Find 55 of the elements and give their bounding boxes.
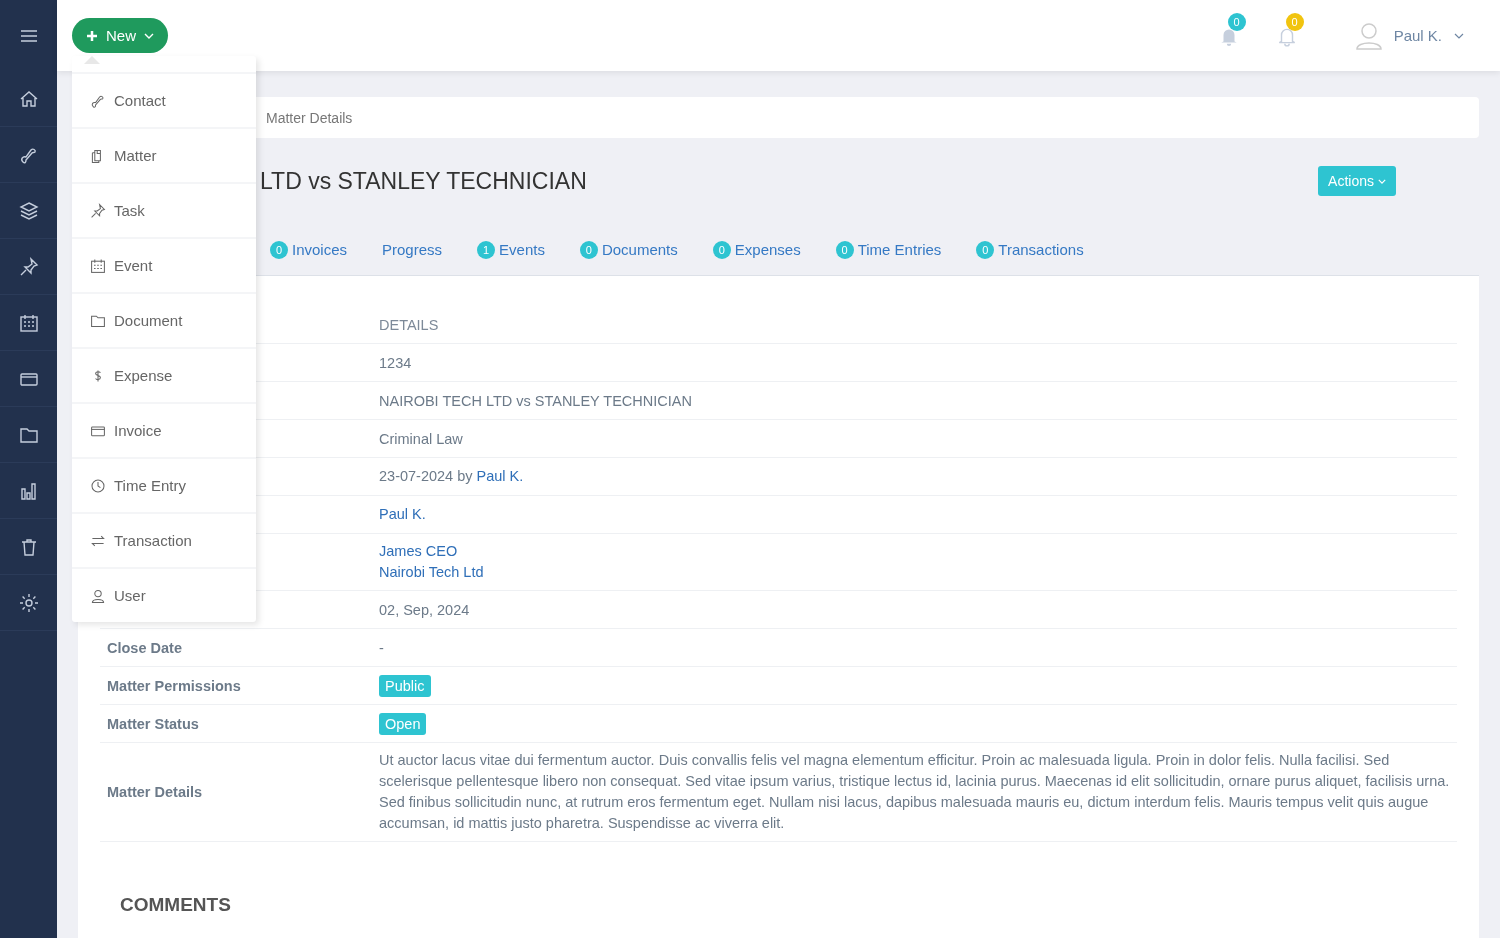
tab[interactable]: 0 Documents xyxy=(579,240,678,259)
tab[interactable]: 0 Invoices xyxy=(270,240,348,259)
notification-count: 0 xyxy=(1285,12,1304,31)
new-button[interactable]: New xyxy=(72,18,168,53)
page-title: LTD vs STANLEY TECHNICIAN xyxy=(260,167,587,195)
menu-item[interactable]: Transaction xyxy=(72,512,256,567)
menu-item[interactable]: Contact xyxy=(72,72,256,127)
notification-count: 0 xyxy=(1227,12,1246,31)
user-link[interactable]: Paul K. xyxy=(476,468,524,484)
pushpin-icon[interactable] xyxy=(18,256,39,277)
field-label: Close Date xyxy=(107,639,183,656)
field-value: Criminal Law xyxy=(379,430,464,447)
calendar-icon xyxy=(90,257,106,274)
menu-item[interactable]: User xyxy=(72,567,256,622)
tab[interactable]: 0 Expenses xyxy=(712,240,801,259)
menu-item[interactable]: Invoice xyxy=(72,402,256,457)
menu-item[interactable]: Task xyxy=(72,182,256,237)
menu-item[interactable]: Expense xyxy=(72,347,256,402)
menu-item[interactable]: Matter xyxy=(72,127,256,182)
link[interactable]: James CEO xyxy=(379,541,1457,562)
field-label: Matter Details xyxy=(107,784,204,800)
caret-icon xyxy=(144,32,154,39)
menu-item[interactable]: Event xyxy=(72,237,256,292)
bar-chart-icon[interactable] xyxy=(18,480,39,501)
home-icon[interactable] xyxy=(18,88,39,109)
user-menu[interactable]: Paul K. xyxy=(1393,27,1442,44)
tab[interactable]: 0 Transactions xyxy=(976,240,1084,259)
field-label: Matter Status xyxy=(107,715,200,732)
calendar-icon[interactable] xyxy=(18,312,39,333)
menu-item[interactable]: Document xyxy=(72,292,256,347)
field-label: Matter Permissions xyxy=(107,677,242,694)
link[interactable]: Paul K. xyxy=(379,504,1457,525)
clock-icon xyxy=(90,477,106,494)
status-tag: Public xyxy=(379,674,431,697)
caret-icon xyxy=(1454,32,1464,39)
field-value: 02, Sep, 2024 xyxy=(379,601,471,618)
menu-item[interactable]: Time Entry xyxy=(72,457,256,512)
plus-icon xyxy=(86,29,98,42)
field-value: - xyxy=(379,639,385,656)
tab[interactable]: Progress xyxy=(382,241,443,258)
caret-icon xyxy=(1378,178,1386,184)
tab[interactable]: 0 Time Entries xyxy=(835,240,942,259)
column-header: DETAILS xyxy=(379,316,440,333)
user-icon xyxy=(90,587,106,604)
tab[interactable]: 1 Events xyxy=(477,240,545,259)
field-value: 23-07-2024 by Paul K. xyxy=(379,467,525,486)
pushpin-icon xyxy=(90,202,106,219)
breadcrumb-item[interactable]: Matter Details xyxy=(266,109,353,126)
layers-icon[interactable] xyxy=(18,200,39,221)
field-value: 1234 xyxy=(379,354,413,371)
link[interactable]: Nairobi Tech Ltd xyxy=(379,562,1457,583)
section-heading: COMMENTS xyxy=(120,894,232,916)
field-value: Ut auctor lacus vitae dui fermentum auctor. Duis convallis felis vel magna elementum efficitur. Proin ac malesuada ligula. Proin in dolor felis. Nulla facilisi. Sed scelerisque pellentesque libero non consequat. Sed vitae ipsum varius, tristique lectus id, lacinia purus. Maecenas id elit sollicitudin, ornare purus aliquet, facilisis urna. Sed finibus sollicitudin nunc, at rutrum eros fermentum eget. Nullam nisi lacus, dapibus malesuada mauris eu, dictum interdum felis. Mauris tempus velit quis augue accumsan, id mattis justo pharetra. Suspendisse ac viverra elit. xyxy=(379,751,1451,833)
field-value: NAIROBI TECH LTD vs STANLEY TECHNICIAN xyxy=(379,392,693,409)
status-tag: Open xyxy=(379,712,427,735)
